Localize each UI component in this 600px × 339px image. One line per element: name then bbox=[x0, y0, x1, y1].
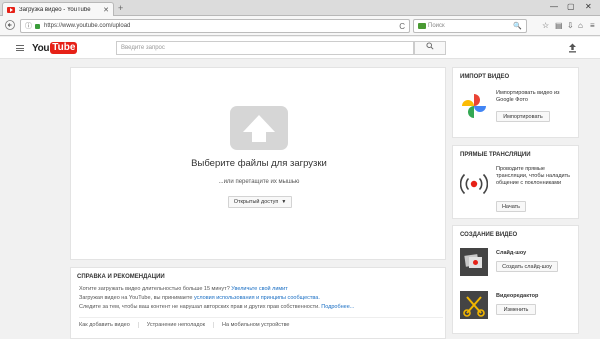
editor-label: Видеоредактор bbox=[496, 293, 539, 299]
help-line-text: Загружая видео на YouTube, вы принимаете bbox=[79, 295, 193, 301]
slideshow-label: Слайд-шоу bbox=[496, 250, 527, 256]
youtube-favicon-icon bbox=[7, 6, 15, 13]
google-photos-icon bbox=[462, 94, 486, 118]
upload-title: Выберите файлы для загрузки bbox=[191, 158, 327, 169]
browser-search-icon[interactable]: 🔍 bbox=[513, 22, 522, 30]
how-to-upload-link[interactable]: Как добавить видео bbox=[79, 322, 139, 328]
live-title: ПРЯМЫЕ ТРАНСЛЯЦИИ bbox=[460, 152, 531, 158]
privacy-dropdown[interactable]: Открытый доступ ▼ bbox=[228, 196, 292, 208]
back-button[interactable] bbox=[5, 20, 15, 33]
create-title: СОЗДАНИЕ ВИДЕО bbox=[460, 232, 518, 238]
slideshow-icon bbox=[460, 248, 488, 276]
help-links: Как добавить видео Устранение неполадок … bbox=[79, 317, 443, 328]
help-line-limit: Хотите загружать видео длительностью бол… bbox=[79, 286, 288, 292]
start-live-button[interactable]: Начать bbox=[496, 201, 526, 212]
learn-more-link[interactable]: Подробнее... bbox=[321, 304, 354, 310]
upload-subtitle: ...или перетащите их мышью bbox=[218, 179, 300, 185]
video-editor-icon bbox=[460, 291, 488, 319]
live-panel: ПРЯМЫЕ ТРАНСЛЯЦИИ Проводите прямые транс… bbox=[452, 145, 579, 219]
tab-close-icon[interactable]: ✕ bbox=[103, 6, 109, 14]
tab-youtube-upload[interactable]: Загрузка видео - YouTube ✕ bbox=[2, 2, 114, 16]
menu-icon[interactable]: ≡ bbox=[590, 21, 595, 30]
address-url[interactable]: https://www.youtube.com/upload bbox=[44, 23, 399, 29]
search-engine-icon[interactable] bbox=[418, 23, 426, 29]
import-panel: ИМПОРТ ВИДЕО Импортировать видео из Goog… bbox=[452, 67, 579, 138]
upload-icon[interactable] bbox=[568, 43, 577, 53]
help-line-copyright: Следите за тем, чтобы ваш контент не нар… bbox=[79, 304, 354, 310]
download-icon[interactable]: ⇩ bbox=[567, 21, 574, 30]
maximize-button[interactable]: ▢ bbox=[567, 2, 575, 11]
privacy-label: Открытый доступ bbox=[233, 199, 279, 205]
create-panel: СОЗДАНИЕ ВИДЕО Слайд-шоу Создать слайд-ш… bbox=[452, 225, 579, 334]
upload-arrow-icon[interactable] bbox=[230, 106, 288, 150]
reload-icon[interactable]: C bbox=[399, 22, 405, 31]
help-line-text: Следите за тем, чтобы ваш контент не нар… bbox=[79, 304, 320, 310]
search-icon bbox=[426, 42, 434, 50]
youtube-search-button[interactable] bbox=[414, 41, 446, 55]
upload-panel[interactable]: Выберите файлы для загрузки ...или перет… bbox=[70, 67, 446, 260]
youtube-search-input[interactable]: Введите запрос bbox=[116, 41, 414, 55]
mobile-upload-link[interactable]: На мобильном устройстве bbox=[222, 322, 297, 328]
browser-search-box[interactable]: Поиск 🔍 bbox=[413, 19, 527, 33]
chevron-down-icon: ▼ bbox=[281, 199, 287, 205]
browser-search-placeholder: Поиск bbox=[428, 23, 445, 29]
terms-link[interactable]: условия использования и принципы сообщес… bbox=[194, 295, 320, 301]
live-text: Проводите прямые трансляции, чтобы налад… bbox=[496, 166, 571, 186]
troubleshooting-link[interactable]: Устранение неполадок bbox=[147, 322, 215, 328]
help-line-text: Хотите загружать видео длительностью бол… bbox=[79, 286, 230, 292]
import-title: ИМПОРТ ВИДЕО bbox=[460, 74, 510, 80]
minimize-button[interactable]: — bbox=[550, 2, 558, 11]
site-info-icon[interactable]: ⓘ bbox=[25, 21, 32, 31]
help-panel: СПРАВКА И РЕКОМЕНДАЦИИ Хотите загружать … bbox=[70, 267, 446, 339]
browser-navbar: ⓘ https://www.youtube.com/upload C Поиск… bbox=[0, 16, 600, 36]
close-window-button[interactable]: ✕ bbox=[585, 2, 592, 11]
import-button[interactable]: Импортировать bbox=[496, 111, 550, 122]
live-broadcast-icon bbox=[460, 173, 488, 195]
import-text: Импортировать видео из Google Фото bbox=[496, 90, 560, 103]
reading-list-icon[interactable]: ▤ bbox=[555, 21, 563, 30]
guide-menu-icon[interactable] bbox=[16, 45, 24, 51]
address-bar[interactable]: ⓘ https://www.youtube.com/upload C bbox=[20, 19, 410, 33]
create-slideshow-button[interactable]: Создать слайд-шоу bbox=[496, 261, 558, 272]
bookmark-star-icon[interactable]: ☆ bbox=[542, 21, 549, 30]
logo-you: You bbox=[32, 42, 50, 54]
home-icon[interactable]: ⌂ bbox=[578, 21, 583, 30]
help-line-terms: Загружая видео на YouTube, вы принимаете… bbox=[79, 295, 320, 301]
edit-video-button[interactable]: Изменить bbox=[496, 304, 536, 315]
tab-title: Загрузка видео - YouTube bbox=[19, 6, 91, 13]
back-arrow-icon bbox=[5, 20, 15, 30]
youtube-logo[interactable]: You Tube bbox=[32, 42, 78, 54]
browser-tabstrip: Загрузка видео - YouTube ✕ + — ▢ ✕ bbox=[0, 0, 600, 16]
increase-limit-link[interactable]: Увеличьте свой лимит bbox=[231, 286, 287, 292]
help-title: СПРАВКА И РЕКОМЕНДАЦИИ bbox=[77, 274, 165, 280]
logo-tube: Tube bbox=[50, 42, 78, 54]
new-tab-button[interactable]: + bbox=[118, 3, 123, 13]
lock-icon bbox=[35, 23, 40, 29]
youtube-header: You Tube Введите запрос bbox=[0, 37, 600, 59]
